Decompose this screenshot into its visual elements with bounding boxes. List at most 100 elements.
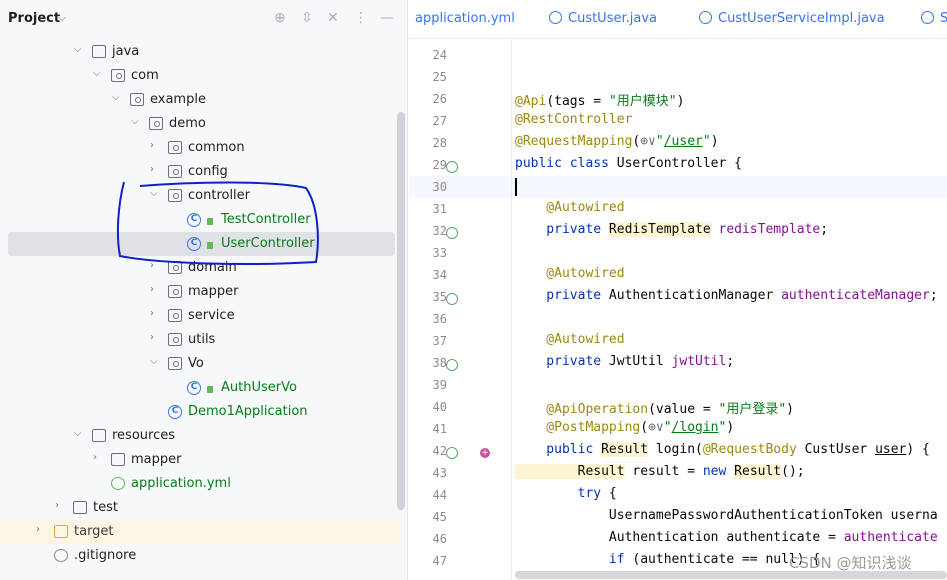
ignore-file-icon — [54, 549, 68, 562]
tree-item-target[interactable]: › target — [0, 520, 400, 544]
tree-item-service[interactable]: › service — [0, 304, 400, 328]
tree-item-vo[interactable]: ⌵ Vo — [0, 352, 400, 376]
chevron-right-icon[interactable]: › — [150, 308, 154, 319]
expand-all-icon[interactable]: ⇳ — [301, 10, 313, 26]
code-line[interactable]: @RestController — [515, 112, 632, 127]
code-line[interactable]: Authentication authenticate = authentica… — [515, 530, 938, 545]
chevron-down-icon[interactable]: ⌵ — [150, 188, 158, 199]
tree-item-label: resources — [112, 428, 176, 443]
line-number: 36 — [432, 312, 447, 326]
tree-item-common[interactable]: › common — [0, 136, 400, 160]
chevron-right-icon[interactable]: › — [93, 452, 97, 463]
code-line[interactable]: public class UserController { — [515, 156, 742, 171]
bean-icon[interactable] — [446, 359, 458, 371]
endpoint-icon[interactable]: + — [480, 448, 490, 458]
line-number: 34 — [432, 268, 447, 282]
tree-item-demo[interactable]: ⌵ demo — [0, 112, 400, 136]
bean-icon[interactable] — [446, 227, 458, 239]
line-number: 39 — [432, 378, 447, 392]
tree-item-gitignore[interactable]: .gitignore — [0, 544, 400, 568]
chevron-down-icon[interactable]: ⌵ — [112, 92, 120, 103]
code-line[interactable]: if (authenticate == null) { — [515, 552, 820, 567]
class-icon: C — [187, 237, 201, 251]
code-line[interactable]: try { — [515, 486, 617, 501]
code-line[interactable]: private JwtUtil jwtUtil; — [515, 354, 734, 369]
tree-scrollbar[interactable] — [397, 112, 405, 510]
tree-item-config[interactable]: › config — [0, 160, 400, 184]
bean-icon[interactable] — [446, 293, 458, 305]
tree-item-authuservo[interactable]: C AuthUserVo — [0, 376, 400, 400]
chevron-right-icon[interactable]: › — [150, 140, 154, 151]
chevron-down-icon[interactable]: ⌵ — [74, 428, 82, 439]
chevron-right-icon[interactable]: › — [150, 284, 154, 295]
line-number: 26 — [432, 92, 447, 106]
chevron-right-icon[interactable]: › — [150, 260, 154, 271]
chevron-right-icon[interactable]: › — [36, 524, 40, 535]
more-options-icon[interactable]: ⋮ — [354, 10, 368, 26]
line-number: 35 — [432, 290, 447, 304]
code-line[interactable]: private RedisTemplate redisTemplate; — [515, 222, 828, 237]
code-line[interactable]: @Autowired — [515, 200, 624, 215]
chevron-right-icon[interactable]: › — [150, 164, 154, 175]
tree-item-demo1application[interactable]: C Demo1Application — [0, 400, 400, 424]
collapse-all-icon[interactable]: ✕ — [327, 10, 339, 26]
tree-item-com[interactable]: ⌵ com — [0, 64, 400, 88]
code-editor[interactable]: application.yml CustUser.java CustUserSe… — [409, 0, 947, 580]
tree-item-mapper[interactable]: › mapper — [0, 280, 400, 304]
code-line[interactable]: @Api(tags = "用户模块") — [515, 90, 684, 109]
line-number: 43 — [432, 466, 447, 480]
class-icon: C — [168, 405, 182, 419]
chevron-down-icon[interactable]: ⌵ — [131, 116, 139, 127]
code-line[interactable]: @Autowired — [515, 332, 624, 347]
hide-panel-icon[interactable]: — — [380, 10, 394, 26]
tree-item-java[interactable]: ⌵ java — [0, 40, 400, 64]
tree-item-test[interactable]: › test — [0, 496, 400, 520]
chevron-down-icon[interactable]: ⌵ — [74, 44, 82, 55]
chevron-right-icon[interactable]: › — [55, 500, 59, 511]
code-line[interactable]: @ApiOperation(value = "用户登录") — [515, 398, 794, 417]
tree-item-label: mapper — [188, 284, 239, 299]
tab-application-yml[interactable]: application.yml — [415, 11, 515, 26]
chevron-down-icon[interactable]: ⌵ — [93, 68, 101, 79]
class-icon — [921, 11, 934, 24]
line-number: 31 — [432, 202, 447, 216]
code-line[interactable]: public Result login(@RequestBody CustUse… — [515, 442, 930, 457]
tree-item-testcontroller[interactable]: C TestController — [0, 208, 400, 232]
bean-icon[interactable] — [446, 447, 458, 459]
tree-item-example[interactable]: ⌵ example — [0, 88, 400, 112]
bean-icon[interactable] — [446, 161, 458, 173]
tree-item-label: AuthUserVo — [221, 380, 297, 395]
code-line[interactable]: @PostMapping(⊕∨"/login") — [515, 420, 734, 435]
tree-item-application-yml[interactable]: application.yml — [0, 472, 400, 496]
editor-tabs: application.yml CustUser.java CustUserSe… — [409, 0, 947, 39]
chevron-down-icon[interactable]: ⌵ — [150, 356, 158, 367]
tree-item-label: .gitignore — [74, 548, 137, 563]
code-line[interactable]: private AuthenticationManager authentica… — [515, 288, 937, 303]
tree-item-utils[interactable]: › utils — [0, 328, 400, 352]
tab-custuser-java[interactable]: CustUser.java — [549, 11, 657, 26]
package-icon — [168, 141, 182, 154]
project-panel-header: Project ⌵ ⊕ ⇳ ✕ ⋮ — — [0, 0, 408, 39]
tree-item-controller[interactable]: ⌵ controller — [0, 184, 400, 208]
package-icon — [168, 189, 182, 202]
editor-gutter[interactable]: 24 25 26 27 28 29 30 31 32 33 34 35 36 37 38 39 40 41 42 +4… — [409, 40, 512, 580]
text-caret — [515, 178, 517, 196]
tab-custuserserviceimpl-java[interactable]: CustUserServiceImpl.java — [699, 11, 885, 26]
chevron-right-icon[interactable]: › — [150, 332, 154, 343]
code-line[interactable]: Result result = new Result(); — [515, 464, 805, 479]
locate-icon[interactable]: ⊕ — [274, 10, 286, 26]
tree-item-usercontroller[interactable]: C UserController — [8, 232, 395, 256]
public-access-icon — [207, 242, 213, 249]
project-title[interactable]: Project — [8, 11, 60, 26]
code-line[interactable]: UsernamePasswordAuthenticationToken user… — [515, 508, 938, 523]
tree-item-domain[interactable]: › domain — [0, 256, 400, 280]
code-line[interactable]: @RequestMapping(⊕∨"/user") — [515, 134, 719, 149]
folder-icon — [73, 501, 87, 514]
tree-item-mapper[interactable]: › mapper — [0, 448, 400, 472]
tree-item-label: target — [74, 524, 114, 539]
chevron-down-icon[interactable]: ⌵ — [58, 11, 66, 25]
code-line[interactable]: @Autowired — [515, 266, 624, 281]
tree-item-resources[interactable]: ⌵ resources — [0, 424, 400, 448]
tab-overflow[interactable]: S — [921, 11, 947, 26]
tree-item-label: TestController — [221, 212, 311, 227]
